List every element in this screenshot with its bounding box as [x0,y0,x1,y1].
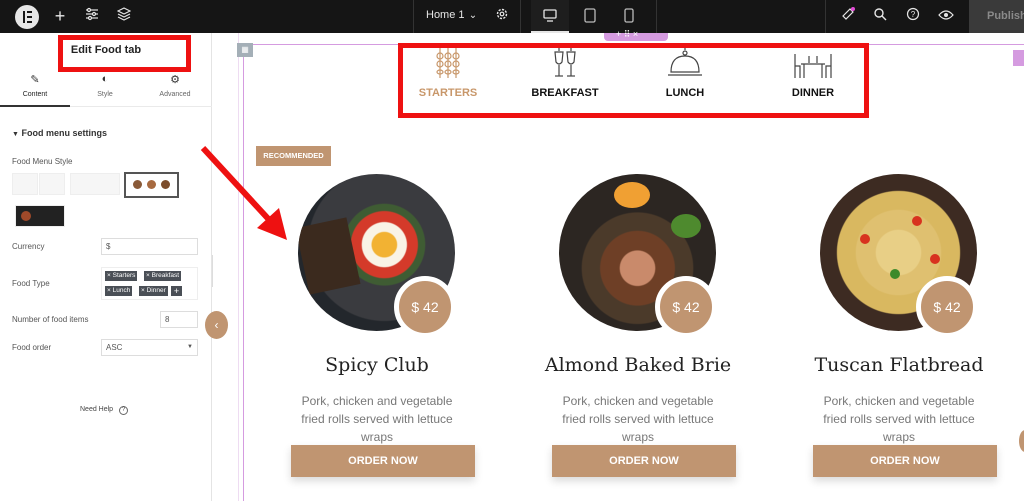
tag-dinner[interactable]: × Dinner [139,286,168,296]
food-card: $ 42 Tuscan Flatbread Pork, chicken and … [799,174,999,484]
section-outline-left [243,44,244,501]
price-badge: $ 42 [655,276,717,338]
dish-description: Pork, chicken and vegetable fried rolls … [301,394,453,444]
dish-description: Pork, chicken and vegetable fried rolls … [823,394,975,444]
need-help-link[interactable]: Need Help ? [80,406,129,415]
canvas-guide [238,33,239,501]
food-type-label: Food Type [12,279,50,288]
caret-down-icon: ▼ [187,344,193,350]
editor-topbar: + Home 1 ⌄ ? Publish [0,0,1024,33]
preview-eye-icon[interactable] [936,6,956,26]
price-badge: $ 42 [394,276,456,338]
style-option-4[interactable] [124,172,179,198]
order-now-button[interactable]: ORDER NOW [552,445,736,477]
order-now-button[interactable]: ORDER NOW [813,445,997,477]
food-order-label: Food order [12,343,52,352]
section-toggle-food-menu-settings[interactable]: ▼ Food menu settings [12,128,107,138]
food-type-select[interactable]: × Starters × Breakfast × Lunch × Dinner … [101,267,198,300]
dish-description: Pork, chicken and vegetable fried rolls … [562,394,714,444]
tablet-view-button[interactable] [571,0,609,33]
search-icon[interactable] [870,6,890,26]
style-option-3[interactable] [70,173,120,195]
food-card: $ 42 Almond Baked Brie Pork, chicken and… [538,174,738,484]
style-option-5[interactable] [15,205,65,227]
currency-label: Currency [12,242,45,251]
chevron-down-icon[interactable]: ⌄ [463,6,483,26]
half-circle-icon: ◐ [101,73,109,85]
dish-name: Tuscan Flatbread [814,354,984,376]
pencil-icon: ✎ [30,74,40,86]
help-icon[interactable]: ? [903,6,923,26]
page-name[interactable]: Home 1 [426,9,465,21]
panel-tabs: ✎ Content ◐ Style ⚙ Advanced [0,67,212,107]
gear-icon: ⚙ [170,74,180,86]
food-card: $ 42 Spicy Club Pork, chicken and vegeta… [277,174,477,484]
tab-style[interactable]: ◐ Style [70,67,140,107]
edit-widget-handle[interactable] [1013,50,1024,66]
site-settings-icon[interactable] [82,6,102,26]
tag-starters[interactable]: × Starters [105,271,138,281]
tab-advanced[interactable]: ⚙ Advanced [140,67,210,107]
dish-name: Spicy Club [325,354,429,376]
notifications-icon[interactable] [838,6,858,26]
tag-breakfast[interactable]: × Breakfast [144,271,182,281]
layers-icon[interactable] [114,6,134,26]
publish-button[interactable]: Publish [969,0,1024,33]
tag-lunch[interactable]: × Lunch [105,286,133,296]
help-circle-icon: ? [119,406,129,415]
annotation-arrow-icon [200,145,287,240]
number-of-food-items-label: Number of food items [12,315,89,324]
style-option-1[interactable] [12,173,38,195]
order-now-button[interactable]: ORDER NOW [291,445,475,477]
widget-settings-panel: Edit Food tab ✎ Content ◐ Style ⚙ Advanc… [0,33,212,501]
number-of-food-items-field[interactable]: 8 [160,311,198,328]
elementor-logo[interactable] [15,5,39,29]
price-badge: $ 42 [916,276,978,338]
carousel-next-arrow[interactable] [1019,430,1024,452]
add-food-type-icon[interactable]: + [171,286,182,296]
section-handle[interactable]: ▦ [237,43,253,57]
add-element-icon[interactable]: + [50,6,70,26]
style-option-2[interactable] [39,173,65,195]
carousel-prev-arrow[interactable]: ‹ [205,311,228,339]
tab-content[interactable]: ✎ Content [0,67,70,107]
annotation-box-categories [398,43,869,118]
food-order-select[interactable]: ASC ▼ [101,339,198,356]
caret-down-icon: ▼ [12,131,19,138]
currency-field[interactable]: $ [101,238,198,255]
svg-text:?: ? [911,10,916,19]
page-settings-icon[interactable] [492,6,512,26]
section-toolbar[interactable]: + ⠿ × [604,29,668,41]
desktop-view-button[interactable] [531,0,569,33]
dish-name: Almond Baked Brie [544,354,732,376]
food-menu-style-label: Food Menu Style [12,157,73,166]
annotation-box-panel-title [58,35,191,72]
